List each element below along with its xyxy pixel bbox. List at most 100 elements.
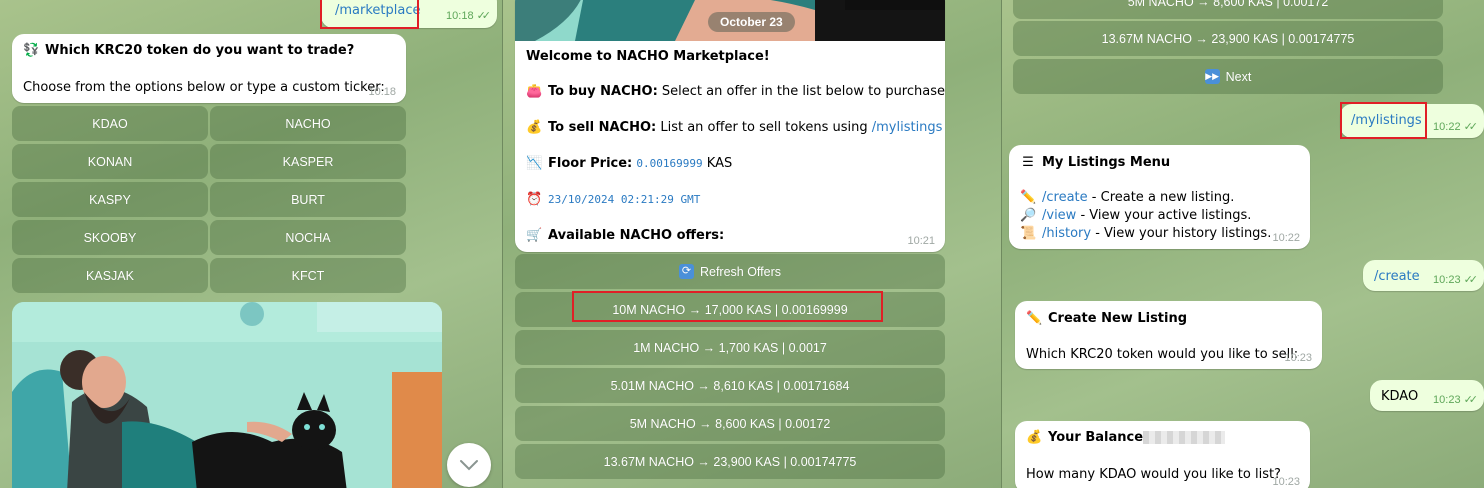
outgoing-message-create: /create 10:23 ✓✓ — [1363, 260, 1484, 291]
token-label: SKOOBY — [83, 230, 137, 245]
create-title: Create New Listing — [1048, 311, 1188, 326]
chart-down-icon: 📉 — [526, 156, 543, 171]
marketplace-banner-image — [12, 302, 442, 488]
menu-item: 📜 /history - View your history listings. — [1020, 226, 1271, 241]
menu-command-link[interactable]: /create — [1042, 190, 1088, 205]
token-label: NOCHA — [285, 230, 331, 245]
token-button[interactable]: KASPER — [210, 144, 406, 179]
offer-label: 13.67M NACHO → 23,900 KAS | 0.00174775 — [1101, 31, 1355, 46]
refresh-label: Refresh Offers — [699, 264, 782, 279]
cart-icon: 🛒 — [526, 228, 543, 243]
offer-button[interactable]: 5.01M NACHO → 8,610 KAS | 0.00171684 — [515, 368, 945, 403]
token-button[interactable]: KFCT — [210, 258, 406, 293]
offer-button[interactable]: 13.67M NACHO → 23,900 KAS | 0.00174775 — [1013, 21, 1443, 56]
buy-text: Select an offer in the list below to pur… — [657, 84, 945, 99]
menu-icon: ☰ — [1022, 155, 1034, 170]
refresh-offers-button[interactable]: ⟳ Refresh Offers — [515, 254, 945, 289]
token-button[interactable]: SKOOBY — [12, 220, 208, 255]
floor-label: Floor Price: — [548, 156, 633, 171]
welcome-title: Welcome to NACHO Marketplace! — [526, 49, 770, 64]
token-label: KASJAK — [86, 268, 134, 283]
bot-message-balance: 💰 Your Balance How many KDAO would you li… — [1015, 421, 1310, 488]
sell-text: List an offer to sell tokens using — [656, 120, 872, 135]
token-label: BURT — [291, 192, 325, 207]
next-button[interactable]: ▶▶ Next — [1013, 59, 1443, 94]
token-label: KFCT — [291, 268, 325, 283]
create-body: Which KRC20 token would you like to sell… — [1026, 347, 1299, 362]
alarm-clock-icon: ⏰ — [526, 192, 543, 207]
money-bag-icon: 💰 — [1026, 430, 1043, 445]
menu-title: My Listings Menu — [1042, 155, 1171, 170]
mylistings-link[interactable]: /mylistings — [872, 120, 943, 135]
chevron-down-icon — [460, 460, 478, 471]
message-time: 10:18 — [368, 86, 396, 98]
token-button[interactable]: KDAO — [12, 106, 208, 141]
token-button[interactable]: KONAN — [12, 144, 208, 179]
chat-panel-left: /marketplace 10:18 ✓✓ 💱 Which KRC20 token … — [0, 0, 502, 488]
refresh-icon: ⟳ — [678, 264, 694, 279]
exchange-icon: 💱 — [23, 43, 40, 58]
command-create[interactable]: /create — [1374, 269, 1420, 284]
question-title: Which KRC20 token do you want to trade? — [45, 43, 355, 58]
question-body: Choose from the options below or type a … — [23, 80, 385, 95]
timestamp: 23/10/2024 02:21:29 GMT — [548, 193, 701, 206]
message-time: 10:21 — [907, 235, 935, 247]
offer-button-partial[interactable]: 5M NACHO → 8,600 KAS | 0.00172 — [1013, 0, 1443, 19]
offer-label: 5.01M NACHO → 8,610 KAS | 0.00171684 — [610, 378, 850, 393]
token-label: KASPY — [89, 192, 131, 207]
money-bag-icon: 💰 — [526, 120, 543, 135]
pencil-icon: ✏️ — [1020, 190, 1037, 205]
scroll-icon: 📜 — [1020, 226, 1037, 241]
chat-panel-middle: Welcome to NACHO Marketplace! 👛 To buy NA… — [503, 0, 1001, 488]
token-label: KDAO — [92, 116, 128, 131]
buy-label: To buy NACHO: — [548, 84, 658, 99]
message-time: 10:23 — [1272, 476, 1300, 488]
token-label: NACHO — [285, 116, 331, 131]
fast-forward-icon: ▶▶ — [1204, 69, 1220, 84]
offer-label: 1M NACHO → 1,700 KAS | 0.0017 — [633, 340, 827, 355]
message-time: 10:23 — [1433, 394, 1461, 406]
token-button[interactable]: BURT — [210, 182, 406, 217]
date-separator: October 23 — [708, 12, 795, 32]
bot-message-token-question: 💱 Which KRC20 token do you want to trade?… — [12, 34, 406, 103]
token-label: KASPER — [282, 154, 334, 169]
message-time: 10:22 — [1272, 232, 1300, 244]
double-check-icon: ✓✓ — [476, 10, 492, 22]
menu-item-text: - Create a new listing. — [1087, 190, 1235, 205]
menu-item: ✏️ /create - Create a new listing. — [1020, 190, 1234, 205]
token-button[interactable]: KASJAK — [12, 258, 208, 293]
token-label: KONAN — [87, 154, 133, 169]
highlight-box — [320, 0, 419, 29]
menu-command-link[interactable]: /view — [1042, 208, 1076, 223]
token-button[interactable]: NACHO — [210, 106, 406, 141]
magnifier-icon: 🔎 — [1020, 208, 1037, 223]
highlight-box — [572, 291, 883, 322]
bot-message-welcome: Welcome to NACHO Marketplace! 👛 To buy NA… — [515, 0, 945, 252]
floor-value: 0.00169999 — [636, 157, 703, 170]
sell-label: To sell NACHO: — [548, 120, 657, 135]
balance-title: Your Balance — [1048, 430, 1144, 445]
message-time: 10:23 — [1284, 352, 1312, 364]
outgoing-message-kdao: KDAO 10:23 ✓✓ — [1370, 380, 1484, 411]
message-time: 10:22 — [1433, 121, 1461, 133]
blurred-balance-value — [1143, 431, 1225, 444]
offer-label: 13.67M NACHO → 23,900 KAS | 0.00174775 — [603, 454, 857, 469]
double-check-icon: ✓✓ — [1463, 394, 1479, 406]
floor-unit: KAS — [702, 156, 733, 171]
highlight-box — [1340, 102, 1427, 139]
offer-button[interactable]: 1M NACHO → 1,700 KAS | 0.0017 — [515, 330, 945, 365]
menu-item: 🔎 /view - View your active listings. — [1020, 208, 1251, 223]
token-button[interactable]: KASPY — [12, 182, 208, 217]
bot-message-mylistings-menu: ☰ My Listings Menu ✏️ /create - Create a n… — [1009, 145, 1310, 249]
menu-item-text: - View your active listings. — [1076, 208, 1252, 223]
token-button[interactable]: NOCHA — [210, 220, 406, 255]
offer-button[interactable]: 5M NACHO → 8,600 KAS | 0.00172 — [515, 406, 945, 441]
menu-item-text: - View your history listings. — [1091, 226, 1272, 241]
purse-icon: 👛 — [526, 84, 543, 99]
bot-message-create-listing: ✏️ Create New Listing Which KRC20 token w… — [1015, 301, 1322, 369]
pencil-icon: ✏️ — [1026, 311, 1043, 326]
offer-label: 5M NACHO → 8,600 KAS | 0.00172 — [1127, 0, 1329, 9]
scroll-down-button[interactable] — [447, 443, 491, 487]
offer-button[interactable]: 13.67M NACHO → 23,900 KAS | 0.00174775 — [515, 444, 945, 479]
menu-command-link[interactable]: /history — [1042, 226, 1091, 241]
